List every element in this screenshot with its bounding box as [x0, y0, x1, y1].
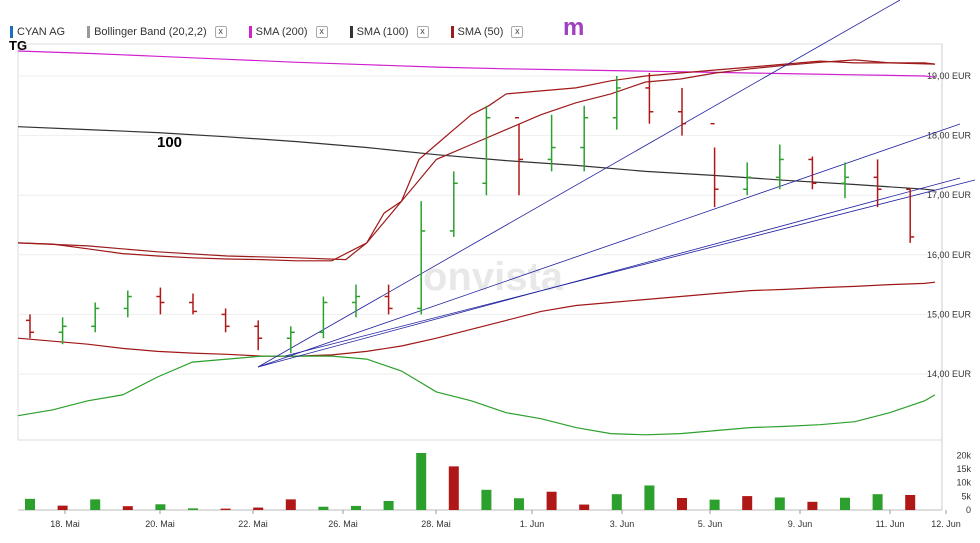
volume-bar	[416, 453, 427, 510]
y-tick-label: 16,00 EUR	[927, 250, 972, 260]
watermark-text: onvista	[423, 255, 564, 299]
volume-bar	[188, 508, 198, 510]
volume-bar	[90, 499, 101, 510]
sma100-annotation: 100	[157, 134, 183, 151]
x-tick-label: 20. Mai	[145, 519, 175, 529]
volume-bar	[122, 506, 133, 510]
volume-bar	[905, 495, 916, 510]
x-tick-label: 12. Jun	[931, 519, 961, 529]
volume-bar	[579, 504, 590, 510]
volume-tick-label: 20k	[956, 450, 971, 460]
tg-annotation: TG	[9, 38, 28, 53]
volume-tick-label: 0	[966, 505, 971, 515]
volume-bar	[644, 485, 655, 510]
volume-tick-label: 10k	[956, 478, 971, 488]
y-tick-label: 17,00 EUR	[927, 190, 972, 200]
x-tick-label: 26. Mai	[328, 519, 358, 529]
volume-bar	[677, 498, 687, 510]
x-tick-label: 18. Mai	[50, 519, 80, 529]
volume-bar	[514, 498, 524, 510]
volume-bar	[481, 489, 492, 510]
x-tick-label: 1. Jun	[520, 519, 545, 529]
plot-frame	[17, 43, 943, 441]
volume-bar	[611, 494, 622, 510]
volume-bar	[546, 491, 557, 510]
volume-bar	[155, 504, 166, 510]
volume-bar	[25, 498, 35, 510]
volume-bar	[318, 506, 329, 510]
volume-bar	[253, 507, 264, 510]
trend-line	[257, 0, 901, 368]
series-line	[17, 355, 936, 436]
y-tick-label: 19,00 EUR	[927, 71, 972, 81]
volume-bar	[709, 499, 720, 510]
volume-bar	[351, 505, 361, 510]
price-chart[interactable]: 19,00 EUR 18,00 EUR 17,00 EUR 16,00 EUR 15,0…	[0, 0, 980, 543]
series-line	[17, 59, 936, 261]
y-tick-label: 15,00 EUR	[927, 309, 972, 319]
y-tick-label: 14,00 EUR	[927, 369, 972, 379]
volume-bar	[220, 508, 231, 510]
x-tick-label: 5. Jun	[698, 519, 723, 529]
volume-bar	[57, 505, 68, 510]
x-tick-label: 3. Jun	[610, 519, 635, 529]
x-tick-label: 11. Jun	[876, 519, 905, 529]
volume-bar	[285, 499, 296, 510]
volume-tick-label: 15k	[956, 464, 971, 474]
y-tick-label: 18,00 EUR	[927, 131, 972, 141]
series-line	[17, 126, 936, 191]
x-tick-label: 9. Jun	[788, 519, 813, 529]
trend-line	[257, 177, 961, 368]
volume-tick-label: 5k	[961, 491, 971, 501]
trend-line	[284, 179, 976, 357]
volume-bar	[742, 496, 753, 510]
volume-bar	[872, 494, 883, 510]
x-tick-label: 22. Mai	[238, 519, 268, 529]
volume-bar	[807, 501, 818, 510]
volume-bar	[448, 466, 459, 510]
volume-bar	[383, 501, 394, 510]
x-tick-label: 28. Mai	[421, 519, 451, 529]
volume-bar	[840, 497, 850, 510]
series-line	[17, 60, 936, 262]
volume-bar	[774, 497, 785, 510]
